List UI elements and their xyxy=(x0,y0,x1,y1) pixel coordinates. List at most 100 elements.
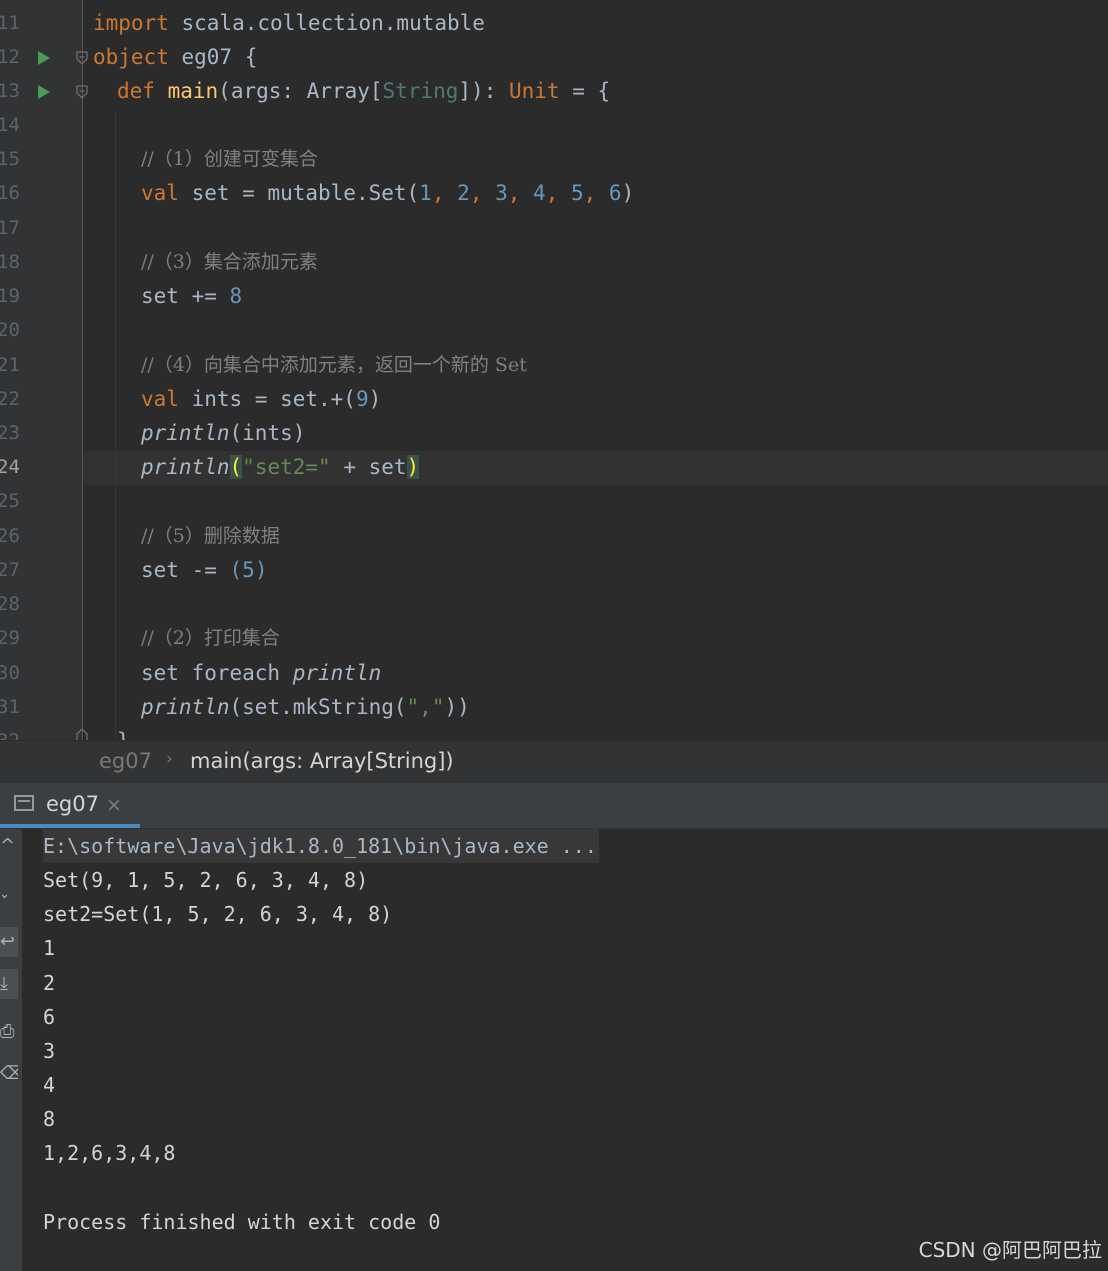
soft-wrap-icon[interactable]: ↩ xyxy=(0,927,18,957)
code-comment: //（1）创建可变集合 xyxy=(141,148,318,170)
code-text: ) xyxy=(368,387,382,411)
line-number: 13 xyxy=(0,80,20,102)
function-name: main xyxy=(167,79,219,103)
paren: ( xyxy=(229,558,243,582)
console-line: 6 xyxy=(43,1005,56,1029)
run-tab-label: eg07 xyxy=(46,792,99,816)
line-number: 29 xyxy=(0,627,20,649)
indent-guide xyxy=(115,112,116,740)
console-line: 4 xyxy=(43,1073,56,1097)
arrow-down-icon[interactable]: ˇ xyxy=(0,889,18,919)
run-main-icon[interactable] xyxy=(38,85,50,99)
code-editor[interactable]: 11 12 13 14 15 16 17 18 19 20 21 22 23 2… xyxy=(0,0,1108,740)
trash-icon[interactable]: ⌫ xyxy=(0,1059,18,1089)
number: 5 xyxy=(242,558,255,582)
breadcrumb: eg07 › main(args: Array[String]) xyxy=(0,740,1108,783)
gutter-divider xyxy=(82,0,83,740)
console-line: 3 xyxy=(43,1039,56,1063)
number: 3 xyxy=(495,181,508,205)
code-text: eg07 { xyxy=(168,45,258,69)
function-call: println xyxy=(141,421,230,445)
function-call: println xyxy=(292,661,382,685)
console-line: 1,2,6,3,4,8 xyxy=(43,1141,176,1165)
close-icon[interactable]: × xyxy=(106,794,122,816)
number: 5 xyxy=(570,181,584,205)
comma: , xyxy=(507,181,534,205)
console-icon xyxy=(14,795,34,811)
line-number: 15 xyxy=(0,148,20,170)
line-number: 18 xyxy=(0,251,20,273)
line-number: 17 xyxy=(0,217,20,239)
paren: ) xyxy=(254,558,268,582)
comma: , xyxy=(545,181,571,205)
code-line-24: println("set2=" + set) xyxy=(141,450,1108,484)
code-line-32: } xyxy=(117,724,1108,740)
console-line: 1 xyxy=(43,936,56,960)
string-literal: "set2=" xyxy=(242,455,331,479)
code-text: ints = set.+( xyxy=(178,387,356,411)
code-text: scala.collection.mutable xyxy=(168,11,485,35)
code-line-27: set -= (5) xyxy=(141,553,1108,587)
keyword: object xyxy=(93,45,169,69)
code-comment: //（2）打印集合 xyxy=(141,627,280,649)
number: 4 xyxy=(533,181,546,205)
fold-marker-icon[interactable] xyxy=(75,85,89,99)
function-call: println xyxy=(141,695,230,719)
fold-marker-icon[interactable] xyxy=(75,728,89,740)
console-toolbar: ^ ˇ ↩ ⤓ ⎙ ⌫ xyxy=(0,829,22,1271)
code-line-30: set foreach println xyxy=(141,656,1108,690)
line-number: 30 xyxy=(0,662,20,684)
fold-marker-icon[interactable] xyxy=(75,51,89,65)
type-name: String xyxy=(382,79,459,103)
line-number: 23 xyxy=(0,422,20,444)
line-number: 26 xyxy=(0,525,20,547)
breadcrumb-object[interactable]: eg07 xyxy=(99,749,152,773)
console-output[interactable]: E:\software\Java\jdk1.8.0_181\bin\java.e… xyxy=(22,829,1108,1271)
console-line-exit: Process finished with exit code 0 xyxy=(43,1210,441,1234)
console-line: Set(9, 1, 5, 2, 6, 3, 4, 8) xyxy=(43,868,369,892)
keyword: def xyxy=(117,79,155,103)
console-line: 2 xyxy=(43,971,56,995)
keyword: import xyxy=(93,11,169,35)
line-number: 12 xyxy=(0,46,20,68)
run-tab-bar: eg07 × xyxy=(0,783,1108,829)
comma: , xyxy=(469,181,496,205)
code-line-22: val ints = set.+(9) xyxy=(141,382,1108,416)
code-text: set foreach xyxy=(141,661,293,685)
keyword: val xyxy=(141,387,179,411)
line-number: 27 xyxy=(0,559,20,581)
run-tab-eg07[interactable]: eg07 × xyxy=(0,783,140,828)
active-tab-indicator xyxy=(0,824,140,828)
scroll-to-end-icon[interactable]: ⤓ xyxy=(0,969,18,999)
code-text: set = mutable.Set( xyxy=(178,181,420,205)
code-line-13: def main(args: Array[String]): Unit = { xyxy=(117,74,1108,108)
number: 6 xyxy=(608,181,622,205)
line-number: 28 xyxy=(0,593,20,615)
code-line-19: set += 8 xyxy=(141,279,1108,313)
code-text: ]): xyxy=(458,79,509,103)
code-comment: //（4）向集合中添加元素，返回一个新的 Set xyxy=(141,354,527,376)
code-line-12: object eg07 { xyxy=(93,40,1108,74)
run-object-icon[interactable] xyxy=(38,51,50,65)
code-text: set -= xyxy=(141,558,230,582)
code-text: set += xyxy=(141,284,230,308)
code-text: )) xyxy=(444,695,470,719)
print-icon[interactable]: ⎙ xyxy=(0,1017,18,1047)
code-text: (ints) xyxy=(229,421,306,445)
function-call: println xyxy=(141,455,230,479)
arrow-up-icon[interactable]: ^ xyxy=(0,831,18,861)
line-number: 14 xyxy=(0,114,20,136)
matched-brace: ) xyxy=(406,455,420,479)
comma: , xyxy=(431,181,458,205)
line-number: 20 xyxy=(0,319,20,341)
comma: , xyxy=(583,181,609,205)
code-comment: //（5）删除数据 xyxy=(141,525,280,547)
line-number: 32 xyxy=(0,724,27,740)
keyword: val xyxy=(141,181,179,205)
console-line-command: E:\software\Java\jdk1.8.0_181\bin\java.e… xyxy=(43,829,599,863)
console-line: 8 xyxy=(43,1107,56,1131)
code-line-31: println(set.mkString(",")) xyxy=(141,690,1108,724)
code-text: + set xyxy=(330,455,407,479)
code-text: = { xyxy=(559,79,611,103)
breadcrumb-method[interactable]: main(args: Array[String]) xyxy=(190,749,454,773)
